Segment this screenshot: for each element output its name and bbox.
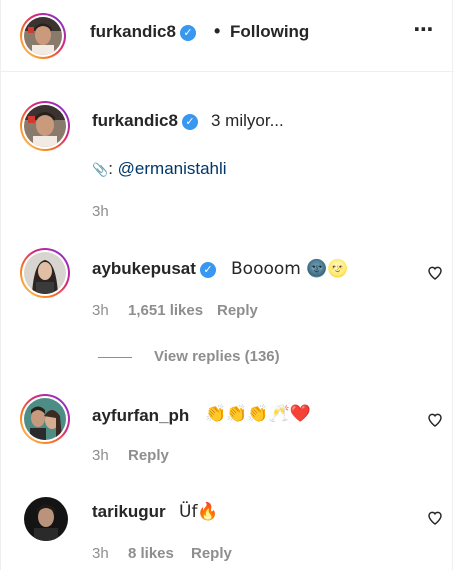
post-header: furkandic8 ✓ • Following ⋯: [1, 0, 454, 72]
caption-avatar-photo: [24, 105, 66, 147]
following-button[interactable]: Following: [230, 22, 309, 42]
comment-text: Boooom 🌚🌝: [231, 259, 349, 279]
header-username-text[interactable]: furkandic8: [90, 22, 176, 41]
comment-avatar-photo: [24, 398, 66, 440]
caption-username-text[interactable]: furkandic8: [92, 111, 178, 130]
verified-badge-icon: ✓: [199, 262, 216, 278]
view-replies-button[interactable]: View replies (136): [154, 348, 280, 365]
comment-avatar[interactable]: [20, 248, 70, 298]
comment-avatar[interactable]: [24, 497, 68, 541]
comment-username[interactable]: ayfurfan_ph: [92, 406, 189, 426]
header-avatar[interactable]: [20, 13, 66, 59]
comment-likes[interactable]: 1,651 likes: [128, 302, 203, 319]
comment-avatar-photo: [24, 252, 66, 294]
reply-button[interactable]: Reply: [128, 447, 169, 464]
post-comments-panel: furkandic8 ✓ • Following ⋯ furkandic8 ✓ 3 …: [0, 0, 454, 570]
header-separator: •: [214, 21, 221, 41]
heart-outline-icon[interactable]: [427, 510, 443, 526]
view-replies-divider: [98, 357, 132, 358]
comment-time: 3h: [92, 302, 109, 319]
reply-button[interactable]: Reply: [217, 302, 258, 319]
verified-badge-icon: ✓: [181, 114, 198, 130]
heart-outline-icon[interactable]: [427, 265, 443, 281]
caption-username[interactable]: furkandic8 ✓: [92, 111, 198, 131]
heart-outline-icon[interactable]: [427, 412, 443, 428]
reply-button[interactable]: Reply: [191, 545, 232, 562]
paperclip-icon: 📎: [92, 163, 109, 178]
caption-text: 3 milyor...: [211, 111, 284, 130]
comment-username-text[interactable]: aybukepusat: [92, 259, 196, 278]
caption-credit-prefix: :: [108, 159, 113, 178]
caption-avatar[interactable]: [20, 101, 70, 151]
caption-credit: 📎: @ermanistahli: [92, 159, 227, 179]
caption-time: 3h: [92, 203, 109, 220]
comment-text: 👏👏👏🥂❤️: [205, 404, 311, 424]
comment-likes[interactable]: 8 likes: [128, 545, 174, 562]
header-avatar-photo: [24, 17, 62, 55]
comment-text: Üf🔥: [179, 502, 219, 522]
comment-avatar[interactable]: [20, 394, 70, 444]
more-options-icon[interactable]: ⋯: [410, 20, 438, 40]
verified-badge-icon: ✓: [179, 25, 196, 41]
comment-username[interactable]: tarikugur: [92, 502, 166, 522]
comment-time: 3h: [92, 545, 109, 562]
header-username[interactable]: furkandic8 ✓: [90, 22, 196, 42]
comment-username[interactable]: aybukepusat ✓: [92, 259, 216, 279]
comment-time: 3h: [92, 447, 109, 464]
caption-credit-mention[interactable]: @ermanistahli: [118, 159, 227, 178]
